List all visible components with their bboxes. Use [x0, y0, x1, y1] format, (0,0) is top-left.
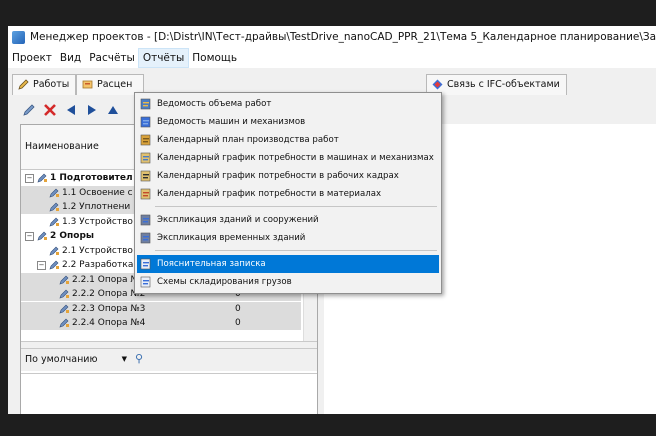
tab-works[interactable]: Работы	[12, 74, 77, 95]
menu-help[interactable]: Помощь	[188, 49, 241, 67]
menu-project[interactable]: Проект	[8, 49, 56, 67]
menu-item-report[interactable]: Пояснительная записка	[137, 255, 439, 273]
work-item-icon	[49, 246, 59, 255]
materials-chart-icon	[140, 188, 151, 200]
machines-chart-icon	[140, 152, 151, 164]
column-header-name[interactable]: Наименование	[25, 141, 99, 152]
menu-item-label: Календарный график потребности в машинах…	[157, 153, 434, 163]
menu-item-label: Пояснительная записка	[157, 259, 266, 269]
menu-item-label: Экспликация временных зданий	[157, 233, 306, 243]
title-bar: Менеджер проектов - [D:\Distr\IN\Тест-др…	[8, 26, 656, 48]
menu-item-report[interactable]: Календарный график потребности в рабочих…	[137, 167, 439, 185]
row-name: 2.2.3 Опора №3	[72, 303, 146, 314]
workers-chart-icon	[140, 170, 151, 182]
menu-item-label: Календарный план производства работ	[157, 135, 339, 145]
delete-icon[interactable]	[43, 103, 57, 117]
menu-item-label: Календарный график потребности в материа…	[157, 189, 382, 199]
menu-item-label: Календарный график потребности в рабочих…	[157, 171, 399, 181]
row-value: 0	[235, 303, 241, 314]
work-item-icon	[37, 231, 47, 241]
menu-calculations[interactable]: Расчёты	[85, 49, 139, 67]
menu-view[interactable]: Вид	[56, 49, 85, 67]
menu-item-report[interactable]: Календарный график потребности в машинах…	[137, 149, 439, 167]
panel-splitter[interactable]	[21, 341, 317, 349]
menu-item-report[interactable]: Календарный план производства работ	[137, 131, 439, 149]
menu-separator	[155, 206, 437, 207]
tab-ifc-link[interactable]: Связь с IFC-объектами	[426, 74, 567, 95]
menu-item-label: Ведомость объема работ	[157, 99, 272, 109]
filter-combo-value: По умолчанию	[25, 354, 98, 365]
menu-item-label: Экспликация зданий и сооружений	[157, 215, 319, 225]
work-item-icon	[59, 304, 69, 313]
menu-item-report[interactable]: Экспликация зданий и сооружений	[137, 211, 439, 229]
chevron-down-icon[interactable]: ▼	[122, 352, 127, 367]
storage-scheme-icon	[140, 276, 151, 288]
menu-item-label: Схемы складирования грузов	[157, 277, 292, 287]
work-item-icon	[49, 260, 59, 270]
menu-item-report[interactable]: Схемы складирования грузов	[137, 273, 439, 291]
menu-bar: Проект Вид Расчёты Отчёты Помощь	[8, 48, 656, 68]
window-title: Менеджер проектов - [D:\Distr\IN\Тест-др…	[30, 31, 656, 43]
edit-icon[interactable]	[22, 103, 36, 117]
work-item-icon	[49, 188, 59, 197]
row-value: 0	[235, 318, 241, 328]
table-row[interactable]: 2.2.4 Опора №4 0	[21, 316, 301, 330]
calendar-plan-icon	[140, 134, 151, 146]
machines-icon	[140, 116, 151, 128]
row-name: 2.2.4 Опора №4	[72, 318, 146, 328]
tab-works-label: Работы	[33, 79, 70, 90]
collapse-toggle-icon[interactable]: −	[25, 232, 34, 241]
ifc-link-icon	[432, 79, 443, 90]
work-item-icon	[59, 289, 69, 299]
collapse-toggle-icon[interactable]: −	[25, 174, 34, 183]
menu-separator	[155, 250, 437, 251]
temp-buildings-icon	[140, 232, 151, 244]
filter-toolbar: По умолчанию ▼ ⚲	[21, 349, 317, 371]
arrow-up-icon[interactable]	[106, 103, 120, 117]
document-icon	[140, 258, 151, 270]
report-pencil-icon	[140, 98, 151, 110]
collapse-toggle-icon[interactable]: −	[37, 261, 46, 270]
table-row[interactable]: 2.2.3 Опора №3 0	[21, 301, 301, 316]
arrow-right-icon[interactable]	[85, 103, 99, 117]
arrow-left-icon[interactable]	[64, 103, 78, 117]
menu-reports[interactable]: Отчёты	[137, 48, 190, 68]
work-item-icon	[37, 173, 47, 183]
buildings-icon	[140, 214, 151, 226]
reports-dropdown-menu: Ведомость объема работ Ведомость машин и …	[134, 92, 442, 294]
pencil-icon	[18, 79, 29, 90]
work-item-icon	[59, 275, 69, 284]
app-icon	[12, 30, 25, 44]
properties-area	[21, 373, 317, 414]
filter-combo[interactable]: По умолчанию ▼	[25, 352, 127, 367]
menu-item-report[interactable]: Календарный график потребности в материа…	[137, 185, 439, 203]
work-item-icon	[49, 202, 59, 212]
price-icon	[82, 80, 93, 89]
menu-item-report[interactable]: Ведомость машин и механизмов	[137, 113, 439, 131]
work-item-icon	[59, 318, 69, 328]
tab-prices-label: Расцен	[97, 79, 133, 90]
menu-item-report[interactable]: Ведомость объема работ	[137, 95, 439, 113]
menu-item-label: Ведомость машин и механизмов	[157, 117, 306, 127]
tab-ifc-link-label: Связь с IFC-объектами	[447, 79, 560, 90]
filter-icon[interactable]: ⚲	[135, 353, 147, 365]
app-window: Менеджер проектов - [D:\Distr\IN\Тест-др…	[8, 26, 656, 414]
menu-item-report[interactable]: Экспликация временных зданий	[137, 229, 439, 247]
work-item-icon	[49, 217, 59, 226]
